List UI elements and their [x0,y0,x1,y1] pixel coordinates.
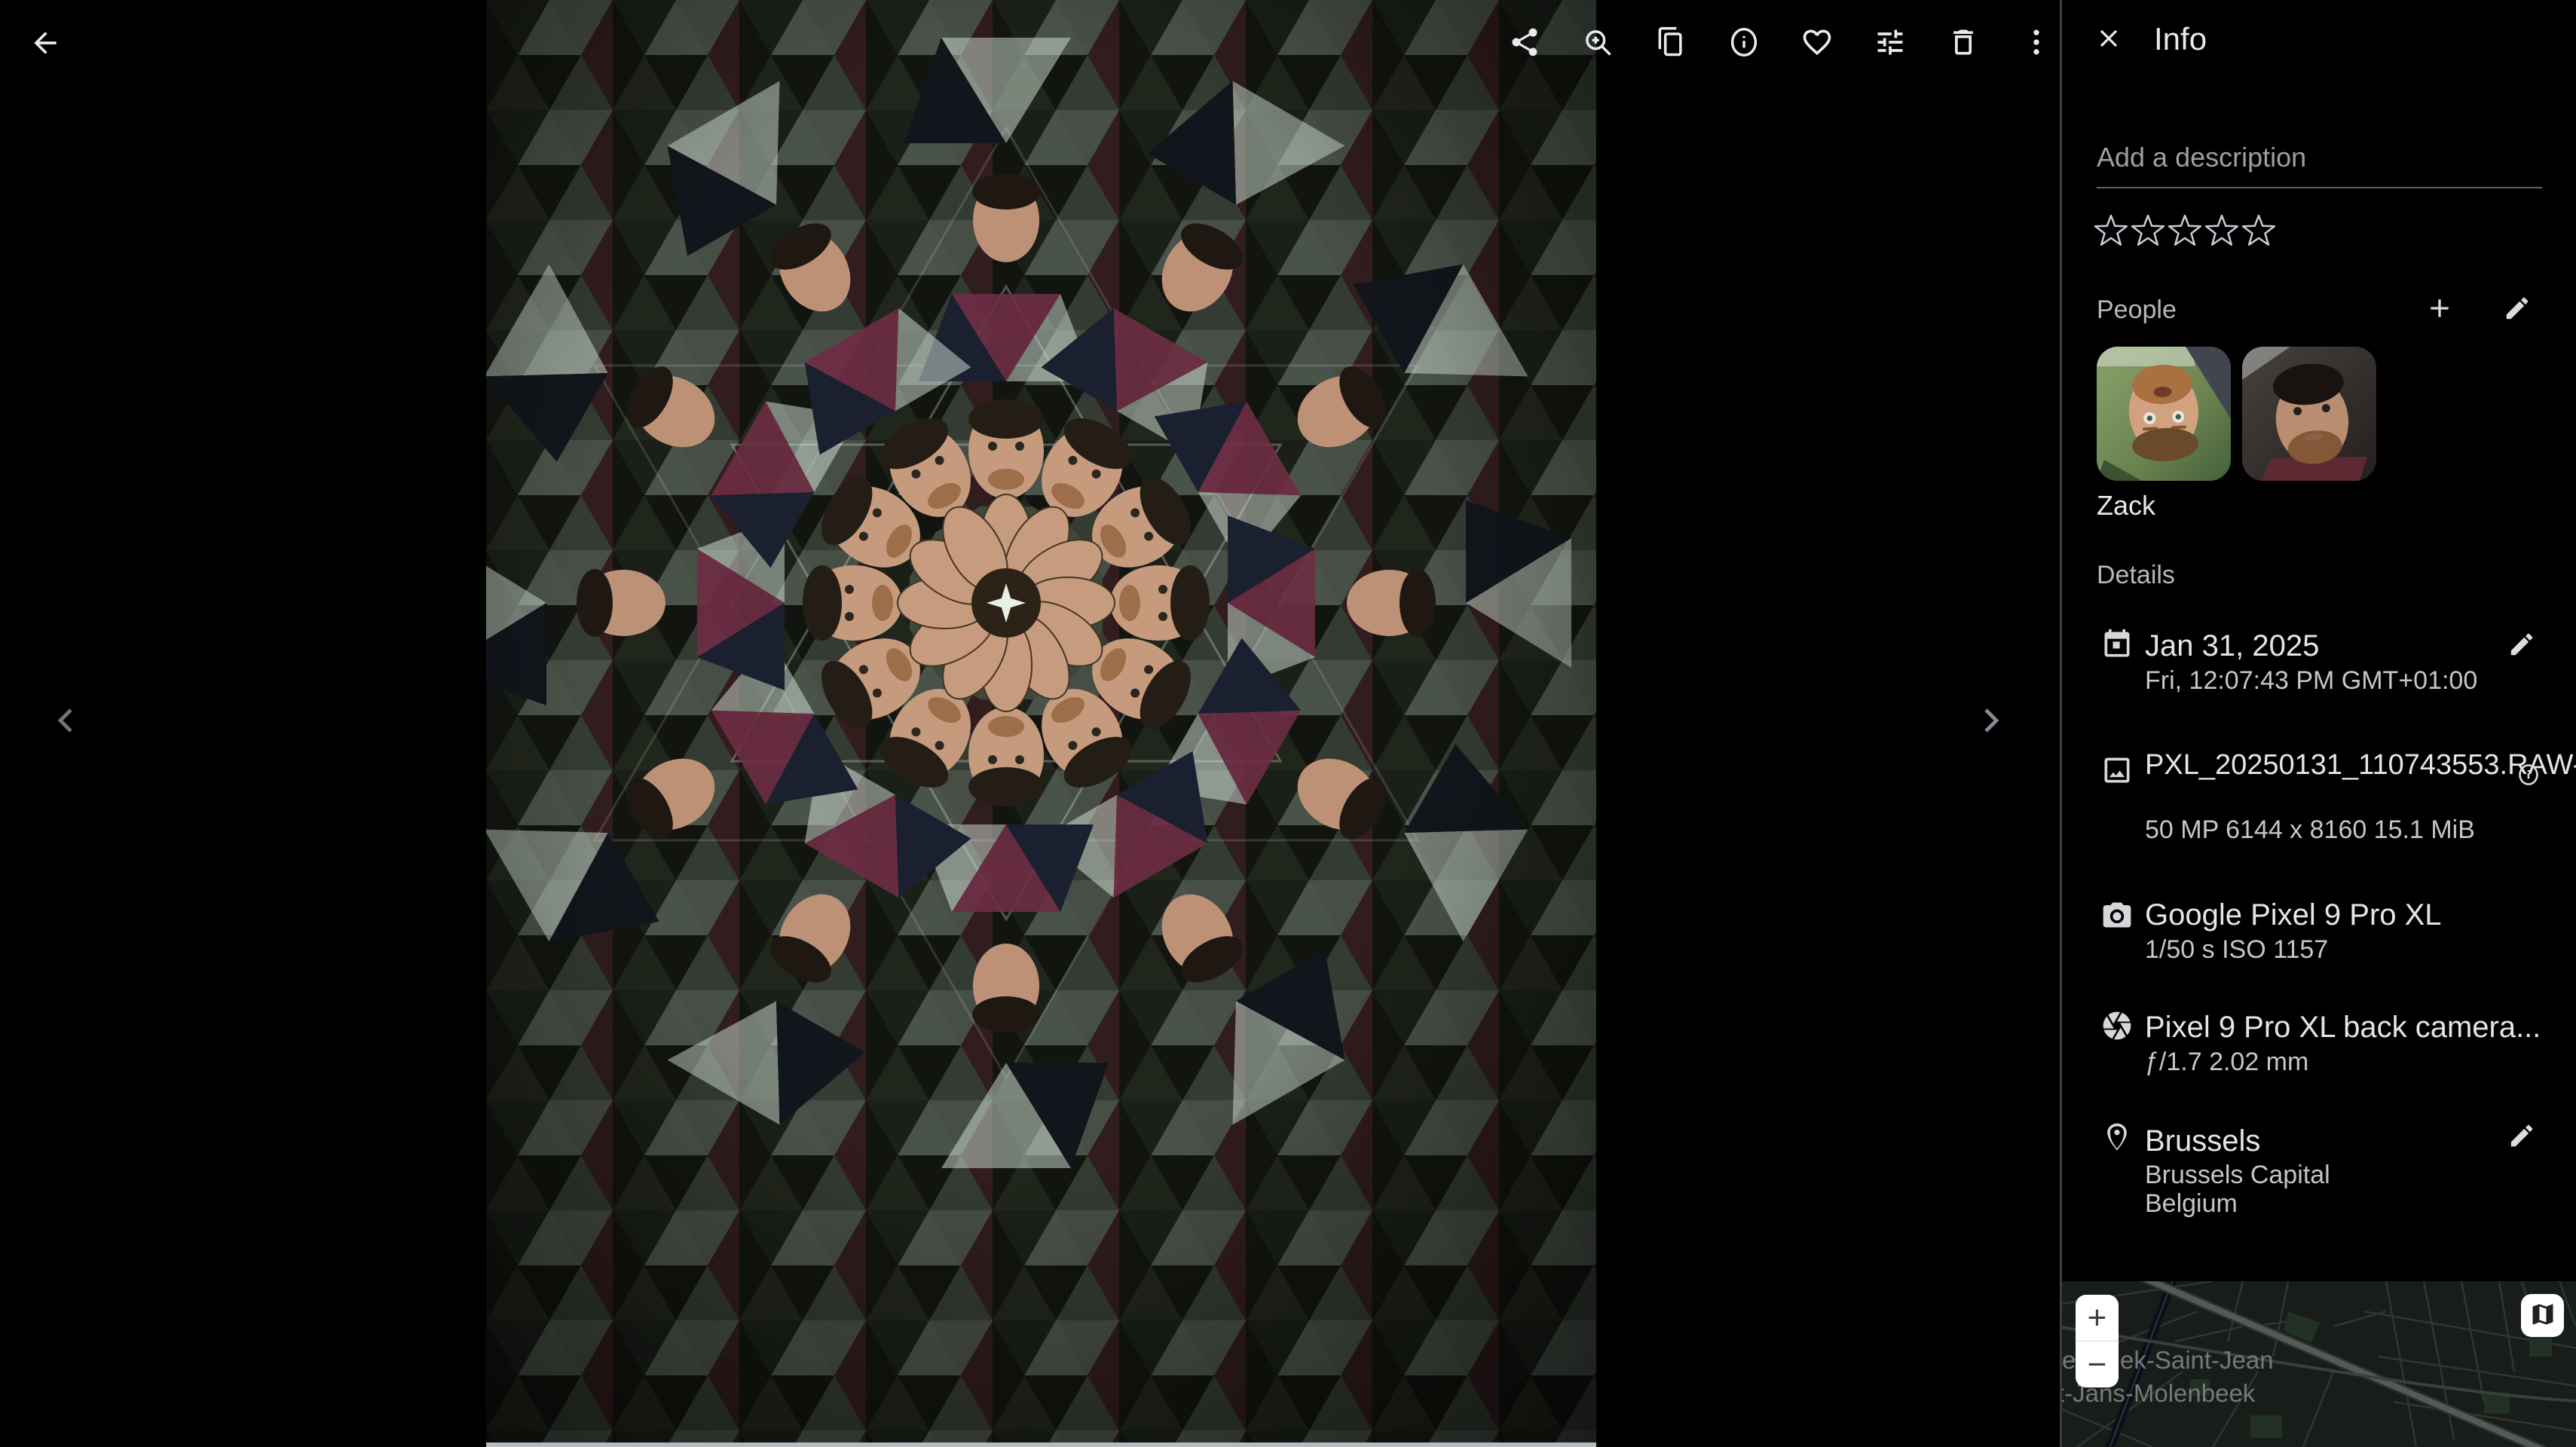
zoom-button[interactable] [1580,25,1616,61]
chevron-left-icon [48,702,84,739]
edit-location-button[interactable] [2504,1118,2540,1154]
info-icon [1727,26,1761,61]
copy-icon [1654,26,1687,61]
share-button[interactable] [1507,25,1543,61]
photo-bottom-strip [486,1442,1596,1447]
pencil-icon [2503,294,2532,323]
location-map[interactable]: e ek-Saint-Jean t-Jans-Molenbeek + − [2062,1281,2576,1447]
share-icon [1508,26,1541,61]
photo-kaleidoscope[interactable] [486,0,1596,1447]
location-country-value: Belgium [2145,1189,2238,1219]
next-photo-button[interactable] [1972,702,2008,739]
face-photo [2097,347,2231,481]
map-label-fragment: e [2062,1346,2076,1375]
person-thumbnail-zack[interactable] [2097,347,2231,481]
image-icon [2100,754,2134,791]
close-info-button[interactable] [2092,22,2125,55]
map-zoom-in-button[interactable]: + [2076,1295,2119,1341]
star-outline-icon[interactable] [2241,214,2276,252]
map-zoom-control: + − [2076,1295,2119,1387]
info-button[interactable] [1726,25,1762,61]
face-photo [2242,347,2376,481]
details-section-label: Details [2097,561,2175,590]
camera-icon [2100,898,2134,935]
star-outline-icon[interactable] [2168,214,2202,252]
location-region-value: Brussels Capital [2145,1161,2330,1190]
date-value: Jan 31, 2025 [2145,629,2319,663]
copy-button[interactable] [1653,25,1689,61]
file-info-button[interactable] [2514,760,2543,789]
pencil-icon [2507,630,2536,659]
plus-icon [2425,293,2455,323]
location-icon [2100,1121,2134,1158]
back-button[interactable] [27,25,63,61]
add-person-button[interactable] [2422,290,2458,326]
person-name[interactable]: Zack [2097,490,2155,522]
rating-stars [2094,214,2276,252]
favorite-button[interactable] [1799,25,1835,61]
edit-date-button[interactable] [2504,626,2540,662]
aperture-icon [2100,1009,2134,1046]
map-zoom-out-button[interactable]: − [2076,1341,2119,1387]
aperture-focal-value: ƒ/1.7 2.02 mm [2145,1048,2308,1077]
map-label-line1: ek-Saint-Jean [2120,1346,2274,1375]
close-icon [2094,24,2123,53]
panel-title: Info [2154,21,2207,57]
lens-value: Pixel 9 Pro XL back camera... [2145,1011,2541,1045]
description-input[interactable] [2097,142,2542,188]
star-outline-icon[interactable] [2131,214,2165,252]
chevron-right-icon [1972,702,2008,739]
edit-people-button[interactable] [2499,290,2535,326]
info-icon [2516,763,2541,787]
delete-icon [1947,26,1980,61]
people-section-label: People [2097,295,2177,325]
location-city-value: Brussels [2145,1124,2260,1158]
map-mode-button[interactable] [2521,1294,2564,1337]
more-options-button[interactable] [2018,25,2054,61]
star-outline-icon[interactable] [2094,214,2128,252]
pencil-icon [2507,1121,2536,1150]
calendar-icon [2100,628,2134,665]
previous-photo-button[interactable] [48,702,84,739]
exposure-value: 1/50 s ISO 1157 [2145,935,2328,965]
photo-viewer-app: Info People [0,0,2576,1447]
file-specs-value: 50 MP 6144 x 8160 15.1 MiB [2145,815,2475,845]
date-time-value: Fri, 12:07:43 PM GMT+01:00 [2145,666,2477,696]
star-outline-icon[interactable] [2204,214,2239,252]
person-thumbnail[interactable] [2242,347,2376,481]
camera-model-value: Google Pixel 9 Pro XL [2145,898,2442,932]
tune-button[interactable] [1872,25,1908,61]
favorite-icon [1800,26,1834,61]
tune-icon [1874,26,1907,61]
info-panel: Info People [2062,0,2576,1447]
kaleidoscope-image [486,0,1596,1447]
map-icon [2529,1301,2556,1330]
filename-value: PXL_20250131_110743553.RAW-01.COVER.jpg [2145,747,2540,783]
delete-button[interactable] [1945,25,1981,61]
arrow-back-icon [29,26,62,60]
zoom-in-icon [1581,26,1614,61]
more-vert-icon [2020,26,2053,61]
photo-toolbar [1507,25,2054,61]
